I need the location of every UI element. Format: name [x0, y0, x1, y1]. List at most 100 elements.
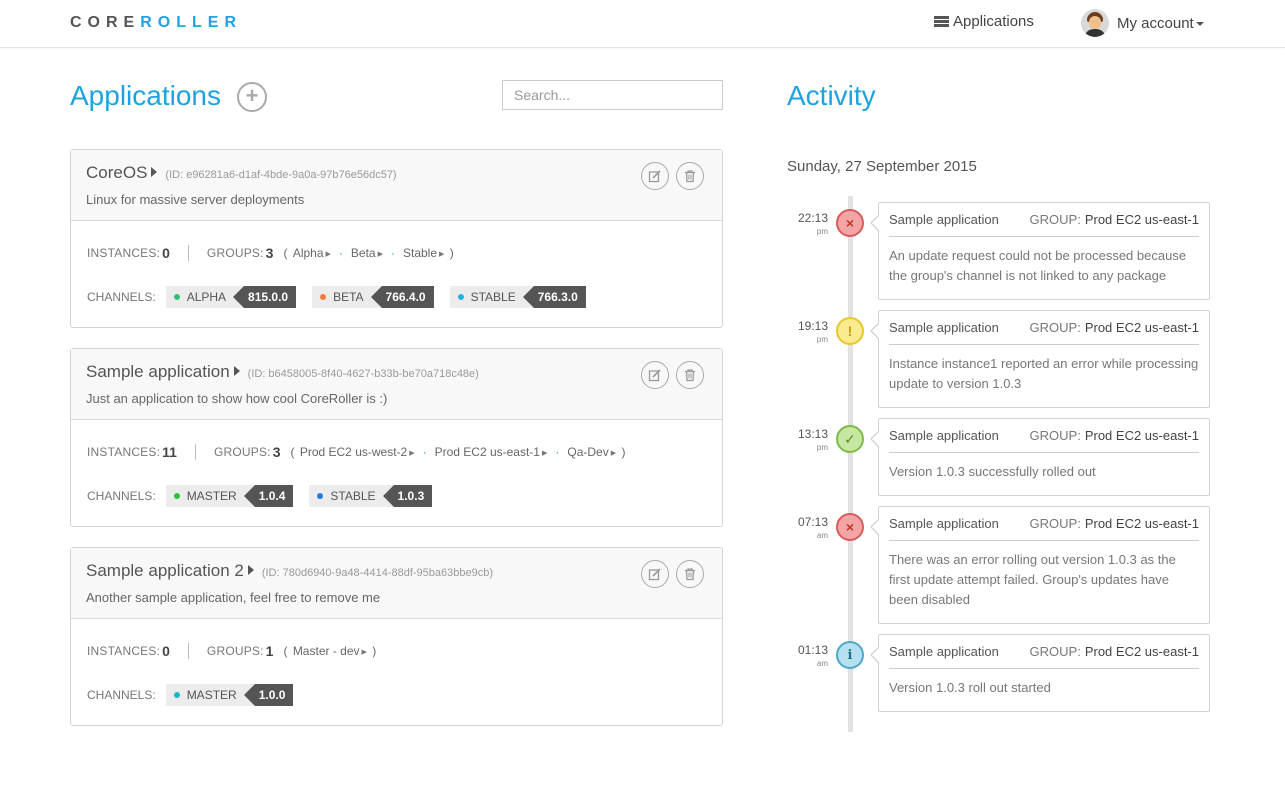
brand-core-text: CORE: [70, 14, 141, 31]
activity-event-card: Sample application GROUP: Prod EC2 us-east…: [870, 202, 1210, 300]
caret-down-icon: [1195, 21, 1204, 26]
event-message: There was an error rolling out version 1…: [889, 552, 1176, 607]
channel-badge[interactable]: MASTER 1.0.4: [165, 485, 294, 507]
groups-count: 3: [265, 245, 274, 261]
channels-label: CHANNELS:: [87, 489, 156, 503]
group-link[interactable]: Prod EC2 us-west-2 ▶: [300, 445, 415, 459]
channel-badge[interactable]: STABLE 1.0.3: [309, 485, 433, 507]
channel-version: 1.0.3: [382, 485, 433, 507]
group-link[interactable]: Qa-Dev ▶: [567, 445, 616, 459]
navbar: COREROLLER Applications My account: [0, 0, 1285, 48]
my-account-label: My account: [1117, 14, 1194, 32]
application-stats: INSTANCES: 0 GROUPS: 1 ( Master - dev ▶ ): [87, 643, 376, 659]
event-application: Sample application: [889, 428, 999, 443]
channel-version: 815.0.0: [233, 286, 297, 308]
triangle-right-icon: [233, 366, 240, 376]
search-input[interactable]: [502, 80, 723, 110]
event-message: Version 1.0.3 roll out started: [889, 680, 1051, 695]
application-description: Linux for massive server deployments: [86, 192, 305, 207]
edit-button[interactable]: [641, 560, 669, 588]
delete-button[interactable]: [676, 361, 704, 389]
application-card-header: Sample application (ID: b6458005-8f40-462…: [71, 349, 722, 420]
pencil-icon: [648, 369, 661, 382]
stats-divider: [187, 245, 189, 261]
group-separator: ·: [390, 246, 395, 260]
triangle-right-icon: [151, 167, 158, 177]
group-separator: ·: [338, 246, 343, 260]
application-id: (ID: 780d6940-9a48-4414-88df-95ba63bbe9c…: [261, 567, 494, 579]
event-group: GROUP: Prod EC2 us-east-1: [1029, 320, 1199, 335]
application-name-link[interactable]: Sample application (ID: b6458005-8f40-462…: [86, 362, 479, 382]
channels-row: CHANNELS: MASTER 1.0.0: [87, 684, 309, 706]
list-icon: [934, 16, 949, 27]
event-group: GROUP: Prod EC2 us-east-1: [1029, 644, 1199, 659]
trash-icon: [685, 568, 695, 581]
edit-button[interactable]: [641, 162, 669, 190]
group-link[interactable]: Alpha ▶: [293, 246, 331, 260]
channel-badge[interactable]: BETA 766.4.0: [312, 286, 434, 308]
event-time: 19:13 pm: [797, 319, 828, 345]
event-header: Sample application GROUP: Prod EC2 us-east…: [889, 311, 1199, 345]
brand-logo[interactable]: COREROLLER: [70, 14, 242, 32]
delete-button[interactable]: [676, 162, 704, 190]
group-link[interactable]: Stable ▶: [403, 246, 444, 260]
application-id: (ID: b6458005-8f40-4627-b33b-be70a718c48…: [247, 368, 479, 380]
event-group: GROUP: Prod EC2 us-east-1: [1029, 516, 1199, 531]
instances-count: 0: [162, 643, 170, 659]
event-header: Sample application GROUP: Prod EC2 us-east…: [889, 507, 1199, 541]
application-card: CoreOS (ID: e96281a6-d1af-4bde-9a0a-97b76…: [70, 149, 723, 328]
channel-color-dot: [173, 294, 180, 300]
event-time: 07:13 am: [797, 515, 828, 541]
event-application: Sample application: [889, 212, 999, 227]
application-description: Another sample application, feel free to…: [86, 590, 381, 605]
groups-count: 1: [265, 643, 274, 659]
applications-title: Applications: [70, 80, 221, 111]
channels-row: CHANNELS: ALPHA 815.0.0 BETA 766.4.0 STABLE 76…: [87, 286, 602, 308]
application-card: Sample application (ID: b6458005-8f40-462…: [70, 348, 723, 527]
groups-label: GROUPS:: [206, 644, 264, 658]
group-separator: ·: [422, 445, 427, 459]
application-name-link[interactable]: Sample application 2 (ID: 780d6940-9a48-4…: [86, 561, 493, 581]
event-time: 01:13 am: [797, 643, 828, 669]
channel-version: 766.3.0: [522, 286, 586, 308]
instances-label: INSTANCES:: [87, 644, 161, 658]
event-application: Sample application: [889, 320, 999, 335]
check-icon: ✓: [836, 425, 864, 453]
info-icon: i: [836, 641, 864, 669]
event-message: An update request could not be processed…: [889, 248, 1187, 283]
group-separator: ·: [555, 445, 560, 459]
nav-applications-link[interactable]: Applications: [934, 13, 1034, 30]
group-link[interactable]: Prod EC2 us-east-1 ▶: [435, 445, 548, 459]
group-link[interactable]: Master - dev ▶: [293, 644, 367, 658]
application-card-body: INSTANCES: 11 GROUPS: 3( Prod EC2 us-west-2…: [71, 420, 722, 526]
groups-list: ( Alpha ▶ · Beta ▶ · Stable ▶ ): [283, 246, 454, 260]
group-link[interactable]: Beta ▶: [351, 246, 383, 260]
edit-button[interactable]: [641, 361, 669, 389]
channel-name: STABLE: [309, 485, 394, 507]
event-time: 22:13 pm: [797, 211, 828, 237]
channel-color-dot: [320, 294, 327, 300]
channels-label: CHANNELS:: [87, 290, 156, 304]
error-x-icon: ×: [836, 513, 864, 541]
triangle-right-icon: [247, 565, 254, 575]
event-message: Version 1.0.3 successfully rolled out: [889, 464, 1096, 479]
delete-button[interactable]: [676, 560, 704, 588]
my-account-dropdown[interactable]: My account: [1081, 9, 1204, 37]
channels-row: CHANNELS: MASTER 1.0.4 STABLE 1.0.3: [87, 485, 448, 507]
channel-color-dot: [317, 493, 324, 499]
instances-label: INSTANCES:: [87, 246, 161, 260]
channel-badge[interactable]: MASTER 1.0.0: [165, 684, 294, 706]
add-application-button[interactable]: +: [237, 82, 267, 112]
event-header: Sample application GROUP: Prod EC2 us-east…: [889, 635, 1199, 669]
application-card-body: INSTANCES: 0 GROUPS: 3( Alpha ▶ · Beta ▶ · Stable…: [71, 221, 722, 327]
application-card-header: Sample application 2 (ID: 780d6940-9a48-4…: [71, 548, 722, 619]
instances-label: INSTANCES:: [87, 445, 161, 459]
channel-badge[interactable]: ALPHA 815.0.0: [165, 286, 297, 308]
activity-title: Activity: [787, 80, 876, 111]
application-name-link[interactable]: CoreOS (ID: e96281a6-d1af-4bde-9a0a-97b76…: [86, 163, 397, 183]
application-stats: INSTANCES: 11 GROUPS: 3( Prod EC2 us-west-2…: [87, 444, 625, 460]
trash-icon: [685, 170, 695, 183]
stats-divider: [187, 643, 189, 659]
channel-badge[interactable]: STABLE 766.3.0: [449, 286, 586, 308]
activity-event-card: Sample application GROUP: Prod EC2 us-east…: [870, 418, 1210, 496]
